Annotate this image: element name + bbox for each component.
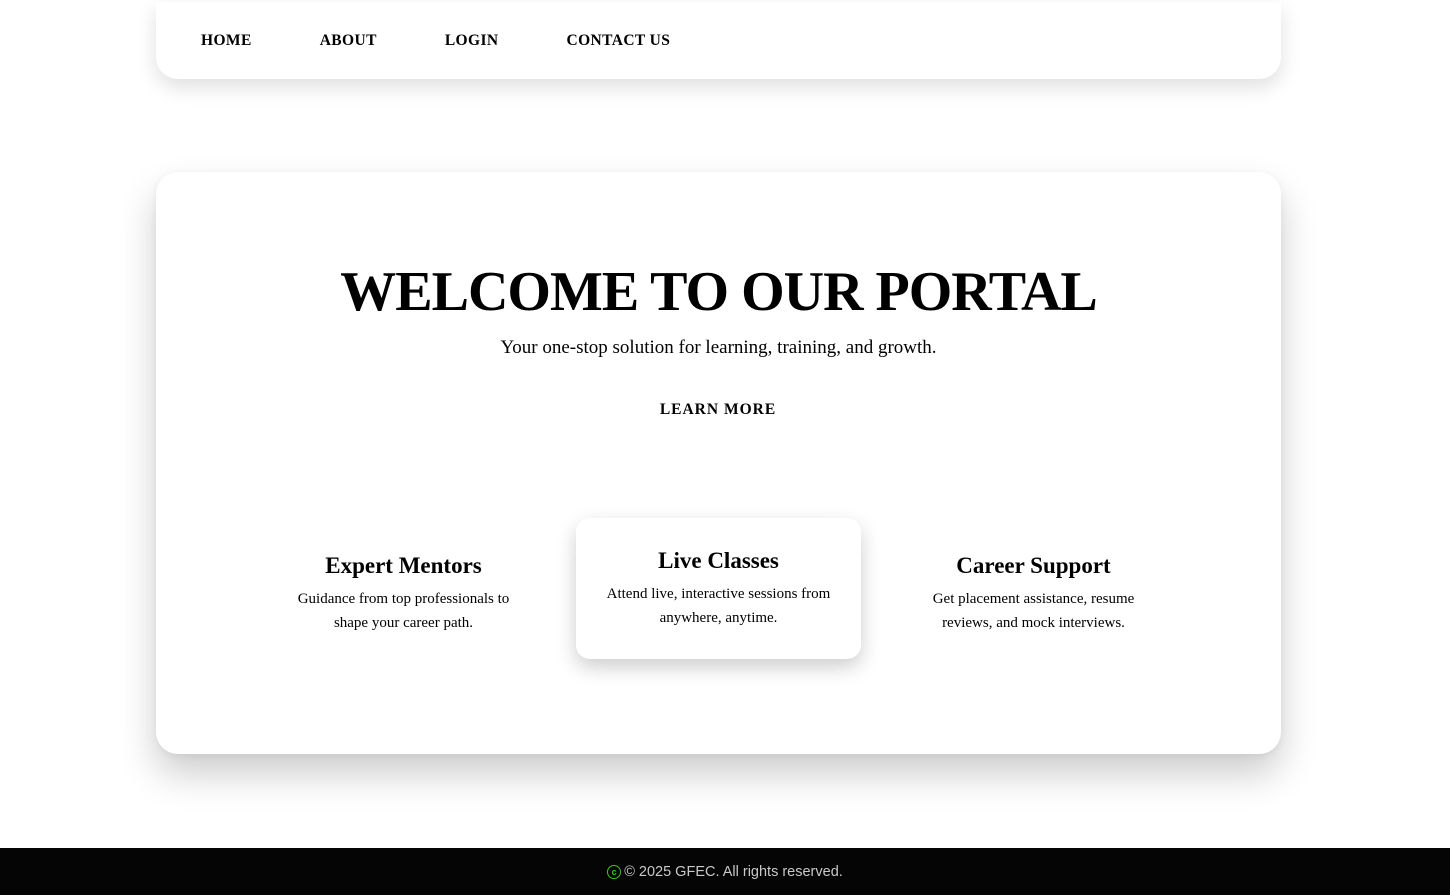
feature-card-live-classes[interactable]: Live Classes Attend live, interactive se… [576,518,861,659]
footer: c © 2025 GFEC. All rights reserved. [0,848,1450,895]
feature-title: Live Classes [658,548,779,573]
copyright-icon: c [607,864,622,879]
feature-card-career-support: Career Support Get placement assistance,… [921,552,1146,635]
hero-subtitle: Your one-stop solution for learning, tra… [500,337,937,358]
feature-title: Career Support [956,553,1111,578]
feature-description: Guidance from top professionals to shape… [297,591,510,631]
feature-title: Expert Mentors [325,553,482,578]
hero-card: WELCOME TO OUR PORTAL Your one-stop solu… [156,172,1281,754]
learn-more-button[interactable]: LEARN MORE [618,398,818,422]
nav-about-link[interactable]: ABOUT [320,33,377,49]
nav-home-link[interactable]: HOME [201,33,252,49]
feature-description: Get placement assistance, resume reviews… [932,591,1135,631]
feature-card-expert-mentors: Expert Mentors Guidance from top profess… [291,552,516,635]
top-navbar: HOME ABOUT LOGIN CONTACT US [156,2,1281,79]
page: HOME ABOUT LOGIN CONTACT US WELCOME TO O… [0,0,1450,895]
nav-contact-link[interactable]: CONTACT US [567,33,671,49]
nav-login-link[interactable]: LOGIN [445,33,499,49]
feature-description: Attend live, interactive sessions from a… [606,586,831,626]
footer-text: © 2025 GFEC. All rights reserved. [624,863,843,880]
hero-title: WELCOME TO OUR PORTAL [340,261,1097,323]
